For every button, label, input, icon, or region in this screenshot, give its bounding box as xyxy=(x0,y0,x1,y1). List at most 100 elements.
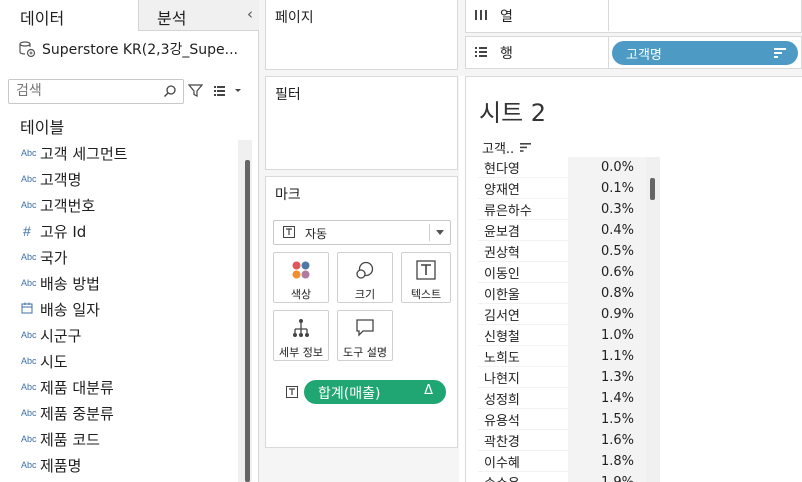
string-type-icon: Abc xyxy=(21,174,37,184)
sales-percent-cell: 1.0% xyxy=(568,324,648,346)
rows-shelf-label: 행 xyxy=(500,46,513,62)
customer-name-cell: 송수용 xyxy=(478,473,568,482)
table-row[interactable]: 송수용1.9% xyxy=(478,471,654,482)
field-name: 시군구 xyxy=(40,326,82,345)
columns-shelf-label: 열 xyxy=(500,9,513,25)
sort-descending-icon[interactable] xyxy=(774,48,786,58)
field-item[interactable]: Abc 배송 방법 xyxy=(0,270,245,296)
field-item[interactable]: Abc 제품 대분류 xyxy=(0,374,245,400)
pages-card[interactable]: 페이지 xyxy=(265,0,458,70)
view-scroll-thumb[interactable] xyxy=(650,178,655,200)
table-row[interactable]: 신형철 1.0% xyxy=(478,324,654,346)
field-item[interactable]: Abc 고객 세그먼트 xyxy=(0,140,245,166)
table-row[interactable]: 나현지 1.3% xyxy=(478,366,654,388)
filter-icon[interactable] xyxy=(188,83,203,98)
customer-name-cell: 류은하수 xyxy=(484,203,532,219)
datasource-name: Superstore KR(2,3강_Supe... xyxy=(42,42,239,58)
tab-analysis[interactable]: 분석 ‹ xyxy=(139,0,259,31)
field-list-scroll-thumb[interactable] xyxy=(245,160,250,482)
list-view-icon[interactable] xyxy=(213,83,243,98)
sales-percent-cell: 0.1% xyxy=(568,177,648,199)
datasource-icon xyxy=(19,41,36,58)
sheet-title[interactable]: 시트 2 xyxy=(479,93,546,128)
field-item[interactable]: Abc 국가 xyxy=(0,244,245,270)
sales-percent-cell: 0.3% xyxy=(568,198,648,220)
table-row[interactable]: 권상혁 0.5% xyxy=(478,240,654,262)
field-item[interactable]: Abc 고객명 xyxy=(0,166,245,192)
size-button[interactable]: 크기 xyxy=(337,252,393,303)
text-mark-icon xyxy=(283,226,295,238)
table-row[interactable]: 윤보겸 0.4% xyxy=(478,219,654,241)
table-row[interactable]: 류은하수 0.3% xyxy=(478,198,654,220)
filters-card[interactable]: 필터 xyxy=(265,76,458,170)
tooltip-button[interactable]: 도구 설명 xyxy=(337,310,393,361)
column-header[interactable]: 고객.. xyxy=(482,138,532,157)
table-row[interactable]: 이한울 0.8% xyxy=(478,282,654,304)
columns-shelf-header: 열 xyxy=(466,0,609,31)
field-name: 제품 중분류 xyxy=(40,404,114,423)
field-item[interactable]: # 고유 Id xyxy=(0,218,245,244)
rows-shelf[interactable]: 행 고객명 xyxy=(465,36,802,69)
table-row[interactable]: 성정희 1.4% xyxy=(478,387,654,409)
string-type-icon: Abc xyxy=(21,356,37,366)
tables-heading: 테이블 xyxy=(20,118,65,137)
sales-percent-cell: 0.6% xyxy=(568,261,648,283)
dimension-pill-label: 고객명 xyxy=(626,48,662,63)
detail-button[interactable]: 세부 정보 xyxy=(273,310,329,361)
chevron-down-icon[interactable] xyxy=(436,230,444,235)
marks-card: 마크 자동 색상 크기 텍스트 세부 정보 도구 설명 합계(매출) Δ xyxy=(265,176,458,448)
datasource-item[interactable]: Superstore KR(2,3강_Supe... xyxy=(18,37,253,61)
table-row[interactable]: 현다영 0.0% xyxy=(478,156,654,178)
field-name: 국가 xyxy=(40,248,68,267)
field-item[interactable]: Abc 고객번호 xyxy=(0,192,245,218)
customer-name-cell: 성정희 xyxy=(484,392,520,408)
customer-name-cell: 이수혜 xyxy=(484,455,520,471)
field-item[interactable]: Abc 시도 xyxy=(0,348,245,374)
worksheet-view: 시트 2 고객.. 현다영 0.0% 양재연 0.1% 류은하수 0.3% 윤보겸 0.4% 권… xyxy=(465,76,802,482)
color-dots-icon xyxy=(292,261,310,279)
customer-name-cell: 김서연 xyxy=(484,308,520,324)
field-item[interactable]: Abc 제품 중분류 xyxy=(0,400,245,426)
field-item[interactable]: Abc 제품명 xyxy=(0,452,245,478)
chevron-left-icon[interactable]: ‹ xyxy=(247,5,253,23)
field-item[interactable]: Abc 시군구 xyxy=(0,322,245,348)
search-icon[interactable] xyxy=(163,84,177,98)
sales-percent-cell: 0.8% xyxy=(568,282,648,304)
hierarchy-icon xyxy=(293,319,309,337)
data-pane: 데이터 분석 ‹ Superstore KR(2,3강_Supe... 테이 xyxy=(0,0,259,482)
tab-analysis-label: 분석 xyxy=(157,9,187,28)
sales-percent-cell: 1.5% xyxy=(568,408,648,430)
field-item[interactable]: Abc 제품 코드 xyxy=(0,426,245,452)
field-name: 고유 Id xyxy=(40,222,87,241)
text-mark-icon xyxy=(286,386,298,398)
table-row[interactable]: 이수혜 1.8% xyxy=(478,450,654,472)
view-scrollbar[interactable] xyxy=(646,157,660,482)
table-row[interactable]: 김서연 0.9% xyxy=(478,303,654,325)
mark-type-dropdown[interactable]: 자동 xyxy=(273,220,451,245)
sort-icon[interactable] xyxy=(520,143,532,152)
tab-data[interactable]: 데이터 xyxy=(0,0,139,31)
table-row[interactable]: 노희도 1.1% xyxy=(478,345,654,367)
field-item[interactable]: 배송 일자 xyxy=(0,296,245,322)
table-row[interactable]: 이동인 0.6% xyxy=(478,261,654,283)
string-type-icon: Abc xyxy=(21,330,37,340)
measure-pill[interactable]: 합계(매출) Δ xyxy=(304,380,446,404)
field-name: 배송 일자 xyxy=(40,300,100,319)
table-row[interactable]: 양재연 0.1% xyxy=(478,177,654,199)
string-type-icon: Abc xyxy=(21,408,37,418)
search-input[interactable] xyxy=(9,80,159,102)
table-row[interactable]: 유용석 1.5% xyxy=(478,408,654,430)
sales-percent-cell: 1.3% xyxy=(568,366,648,388)
string-type-icon: Abc xyxy=(21,200,37,210)
dimension-pill[interactable]: 고객명 xyxy=(612,41,798,65)
search-field[interactable] xyxy=(8,79,184,104)
sales-percent-cell: 1.9% xyxy=(568,471,648,482)
columns-shelf[interactable]: 열 xyxy=(465,0,802,33)
color-button[interactable]: 색상 xyxy=(273,252,329,303)
text-button[interactable]: 텍스트 xyxy=(401,252,451,303)
filters-card-title: 필터 xyxy=(275,87,301,103)
columns-icon xyxy=(475,10,487,20)
table-row[interactable]: 곽찬경 1.6% xyxy=(478,429,654,451)
sales-percent-cell: 1.1% xyxy=(568,345,648,367)
text-button-label: 텍스트 xyxy=(410,288,442,301)
